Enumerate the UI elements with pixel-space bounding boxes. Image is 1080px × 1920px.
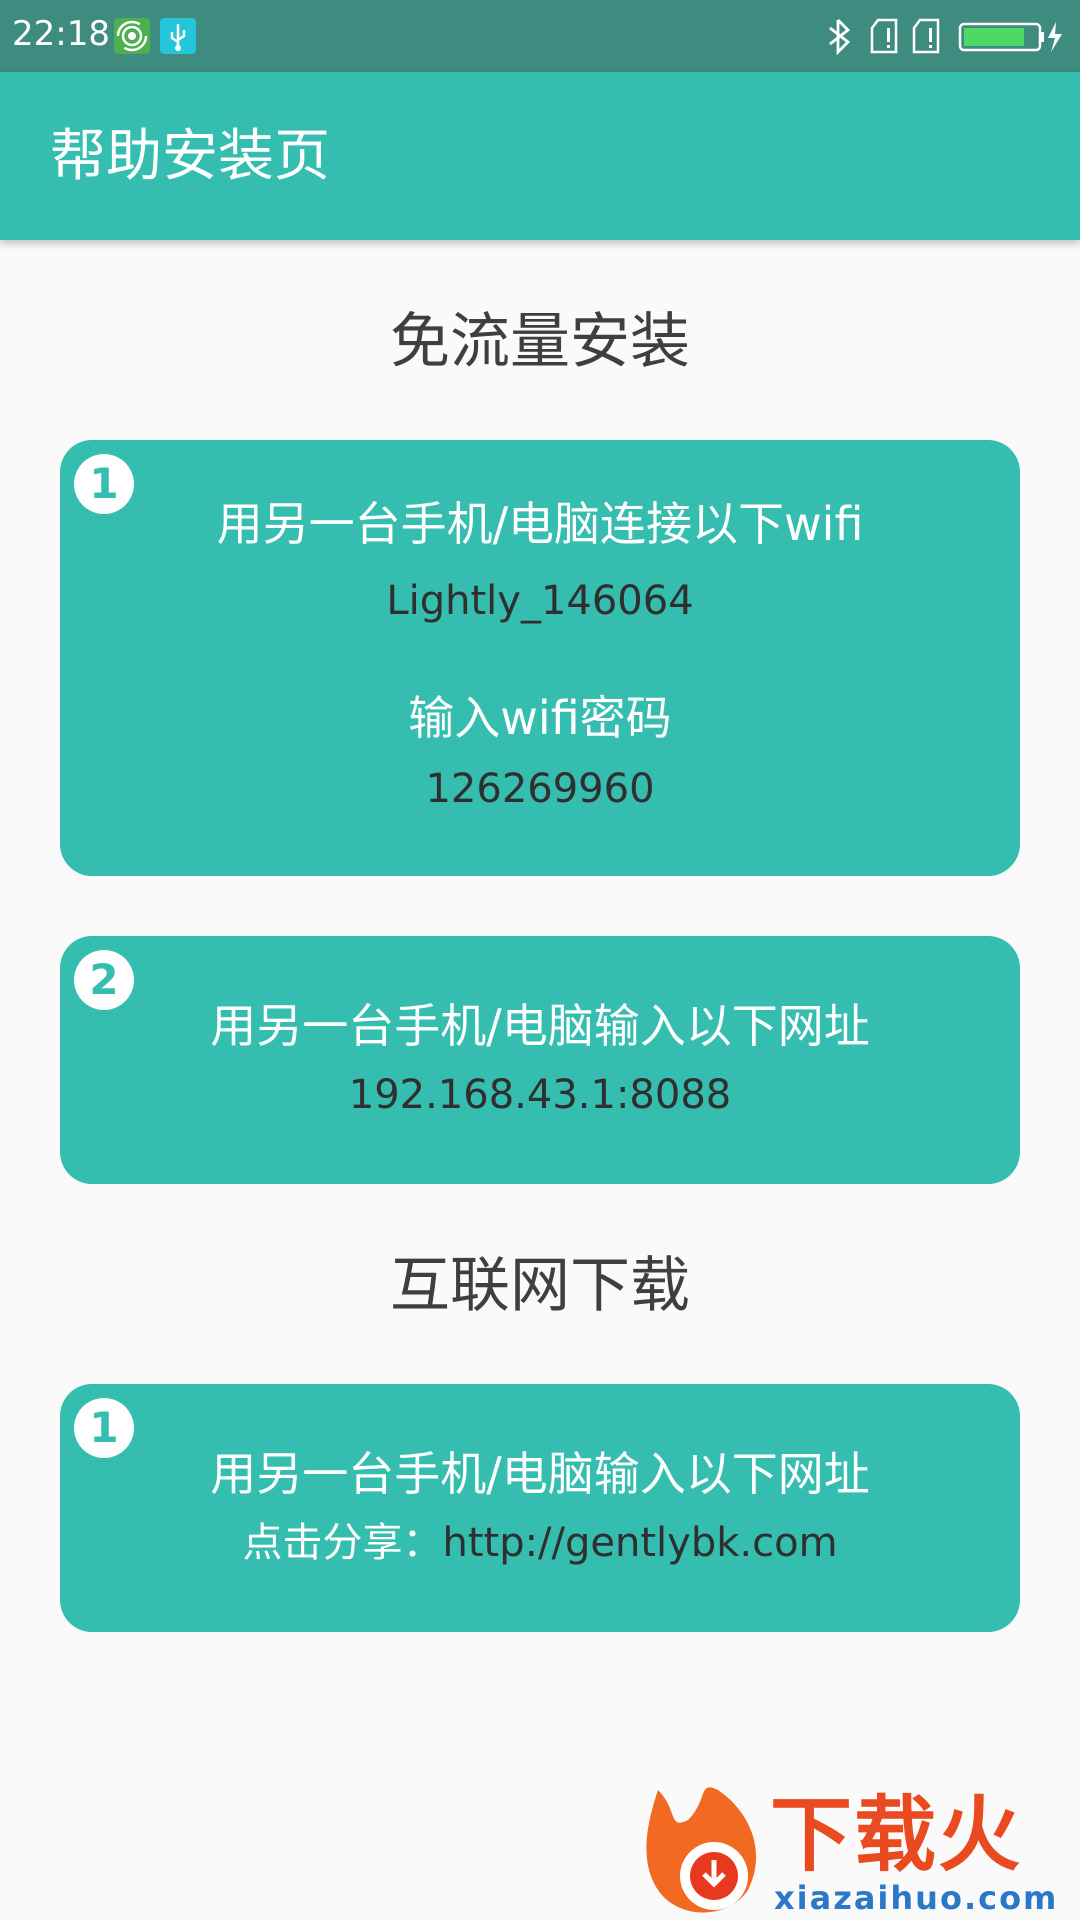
password-instruction: 输入wifi密码 — [408, 691, 672, 745]
bluetooth-icon — [829, 19, 851, 56]
sim-alert-icon — [912, 18, 940, 54]
flame-logo-icon — [646, 1787, 757, 1913]
usb-icon — [160, 18, 196, 54]
sim-alert-icon — [870, 18, 898, 54]
install-card-wifi: 1 用另一台手机/电脑连接以下wifi Lightly_146064 输入wif… — [60, 440, 1020, 876]
share-label: 点击分享： — [242, 1520, 443, 1566]
share-link[interactable]: 点击分享：http://gentlybk.com — [60, 1518, 1020, 1568]
status-time: 22:18 — [12, 14, 110, 54]
wifi-instruction: 用另一台手机/电脑连接以下wifi — [216, 497, 864, 551]
hotspot-icon — [114, 18, 150, 54]
download-card: 1 用另一台手机/电脑输入以下网址 点击分享：http://gentlybk.c… — [60, 1384, 1020, 1632]
wifi-ssid[interactable]: Lightly_146064 — [60, 576, 1020, 626]
page-title: 帮助安装页 — [50, 124, 330, 189]
watermark-text: 下载火 — [770, 1788, 1023, 1883]
url-instruction: 用另一台手机/电脑输入以下网址 — [210, 999, 870, 1053]
app-toolbar: 帮助安装页 — [0, 72, 1080, 240]
status-bar: 22:18 — [0, 0, 1080, 72]
download-instruction: 用另一台手机/电脑输入以下网址 — [210, 1447, 870, 1501]
battery-charging-icon — [958, 22, 1062, 52]
watermark-logo: 下载火 xiazaihuo.com — [638, 1780, 1080, 1920]
local-url[interactable]: 192.168.43.1:8088 — [60, 1070, 1020, 1120]
wifi-password[interactable]: 126269960 — [60, 764, 1020, 814]
section-title-free-install: 免流量安装 — [390, 307, 690, 377]
share-url[interactable]: http://gentlybk.com — [442, 1520, 837, 1566]
install-card-url: 2 用另一台手机/电脑输入以下网址 192.168.43.1:8088 — [60, 936, 1020, 1184]
status-icons-right — [826, 16, 1066, 56]
watermark-subtext: xiazaihuo.com — [774, 1879, 1059, 1917]
section-title-internet-download: 互联网下载 — [390, 1251, 690, 1321]
